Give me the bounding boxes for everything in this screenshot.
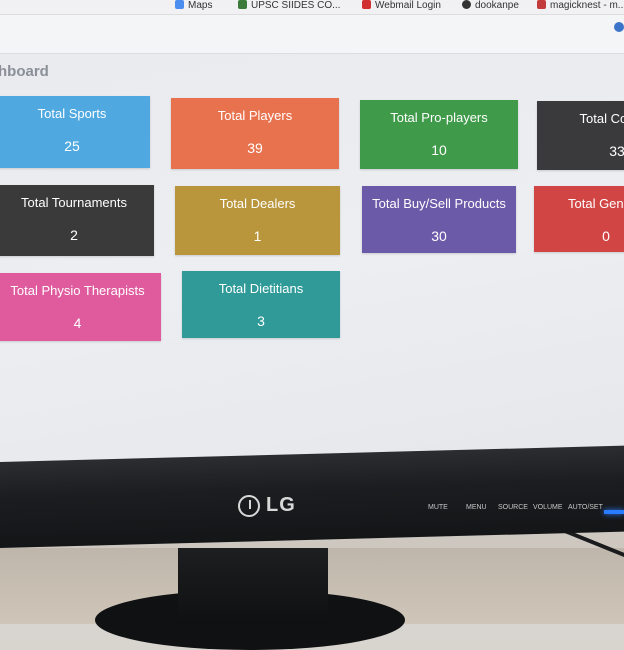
bookmark-label: dookanpe [475, 0, 519, 11]
card-total-coaches[interactable]: Total Coa 33 [537, 101, 624, 170]
bookmark[interactable]: Webmail Login [362, 0, 441, 11]
card-label: Total Dietitians [218, 281, 304, 296]
source-button[interactable]: SOURCE [498, 504, 528, 511]
card-label: Total Pro-players [390, 110, 488, 125]
card-label: Total Tournaments [21, 195, 127, 210]
maps-icon [175, 0, 184, 9]
user-icon[interactable] [614, 22, 624, 32]
bookmarks-bar: Maps UPSC SIIDES CO... Webmail Login doo… [0, 0, 624, 15]
bookmark-label: magicknest - m... [550, 0, 624, 11]
globe-icon [462, 0, 471, 9]
card-label: Total Buy/Sell Products [372, 196, 506, 211]
card-value: 39 [247, 140, 263, 156]
card-value: 30 [431, 228, 447, 244]
monitor-stand [178, 548, 328, 624]
card-total-dietitians[interactable]: Total Dietitians 3 [182, 271, 340, 338]
card-label: Total Dealers [219, 196, 296, 211]
bookmark[interactable]: Maps [175, 0, 212, 11]
bookmark-label: Maps [188, 0, 213, 11]
card-total-general-practitioners[interactable]: Total General P 0 [534, 186, 624, 252]
magicknest-icon [537, 0, 546, 9]
card-total-buy-sell-products[interactable]: Total Buy/Sell Products 30 [362, 186, 516, 253]
card-label: Total Coa [579, 111, 624, 126]
card-value: 3 [257, 313, 265, 329]
card-total-players[interactable]: Total Players 39 [171, 98, 339, 169]
card-value: 25 [64, 138, 80, 154]
menu-button[interactable]: MENU [466, 504, 487, 511]
power-led [604, 510, 624, 514]
webmail-icon [362, 0, 371, 9]
monitor-screen: Maps UPSC SIIDES CO... Webmail Login doo… [0, 0, 624, 470]
card-value: 2 [70, 227, 78, 243]
bookmark[interactable]: UPSC SIIDES CO... [238, 0, 340, 11]
bookmark-label: UPSC SIIDES CO... [251, 0, 341, 11]
card-total-physio-therapists[interactable]: Total Physio Therapists 4 [0, 273, 161, 341]
upsc-icon [238, 0, 247, 9]
bookmark-label: Webmail Login [375, 0, 441, 11]
card-total-dealers[interactable]: Total Dealers 1 [175, 186, 340, 255]
mute-button[interactable]: MUTE [428, 504, 448, 511]
monitor-bezel [0, 445, 624, 548]
card-label: Total General P [568, 196, 624, 211]
card-label: Total Players [217, 108, 293, 123]
card-value: 10 [431, 142, 447, 158]
card-label: Total Physio Therapists [10, 283, 145, 298]
auto-set-button[interactable]: AUTO/SET [568, 504, 603, 511]
card-total-pro-players[interactable]: Total Pro-players 10 [360, 100, 518, 169]
card-total-sports[interactable]: Total Sports 25 [0, 96, 150, 168]
card-value: 33 [609, 143, 624, 159]
card-value: 0 [602, 228, 610, 244]
card-label: Total Sports [37, 106, 107, 121]
card-value: 1 [253, 228, 262, 244]
app-header [0, 15, 624, 54]
volume-button[interactable]: VOLUME [533, 504, 563, 511]
brand-label: LG [266, 494, 296, 516]
card-total-tournaments[interactable]: Total Tournaments 2 [0, 185, 154, 256]
bookmark[interactable]: magicknest - m... [537, 0, 624, 11]
lg-logo: LG [238, 494, 296, 517]
bookmark[interactable]: dookanpe [462, 0, 519, 11]
card-value: 4 [73, 315, 82, 331]
lg-logo-icon [238, 494, 260, 517]
page-title: hboard [0, 63, 49, 80]
